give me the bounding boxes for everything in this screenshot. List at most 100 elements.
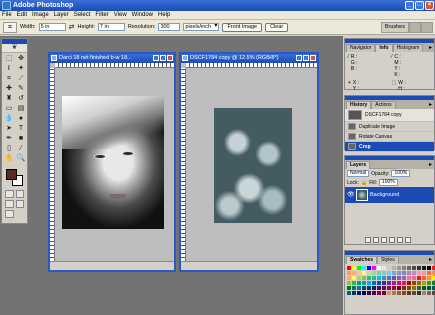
color-swatch[interactable]	[402, 266, 406, 270]
tool-presets-tab[interactable]	[409, 22, 421, 33]
color-swatch[interactable]	[372, 266, 376, 270]
color-swatch[interactable]	[387, 291, 391, 295]
blend-mode-select[interactable]: Normal	[347, 170, 370, 177]
blur-tool-icon[interactable]: 💧	[3, 114, 15, 124]
color-swatch[interactable]	[387, 271, 391, 275]
color-swatch[interactable]	[352, 276, 356, 280]
color-swatch[interactable]	[427, 291, 431, 295]
dodge-tool-icon[interactable]: ●	[15, 114, 27, 124]
color-swatch[interactable]	[357, 286, 361, 290]
tab-styles[interactable]: Styles	[377, 256, 399, 264]
color-swatch[interactable]	[362, 281, 366, 285]
color-swatch[interactable]	[397, 291, 401, 295]
color-swatch[interactable]	[347, 276, 351, 280]
new-layer-button[interactable]	[397, 237, 403, 243]
color-swatch[interactable]	[357, 266, 361, 270]
color-swatch[interactable]	[347, 291, 351, 295]
color-swatch[interactable]	[352, 271, 356, 275]
panel-menu-icon[interactable]: ▸	[429, 256, 432, 263]
color-swatch[interactable]	[357, 291, 361, 295]
color-swatch[interactable]	[417, 286, 421, 290]
color-swatch[interactable]	[407, 291, 411, 295]
doc-maximize-button[interactable]	[160, 55, 166, 61]
color-swatch[interactable]	[407, 286, 411, 290]
visibility-eye-icon[interactable]: 👁	[347, 192, 355, 199]
color-swatch[interactable]	[382, 281, 386, 285]
menu-file[interactable]: File	[2, 12, 12, 18]
doc-minimize-button[interactable]	[153, 55, 159, 61]
color-swatch[interactable]	[357, 276, 361, 280]
history-item[interactable]: Duplicate Image	[345, 122, 434, 132]
color-swatch[interactable]	[357, 271, 361, 275]
panel-menu-icon[interactable]: ▸	[429, 101, 432, 108]
color-swatch[interactable]	[422, 276, 426, 280]
swap-dimensions-icon[interactable]: ⇄	[69, 23, 75, 31]
color-swatch[interactable]	[407, 281, 411, 285]
color-swatch[interactable]	[417, 276, 421, 280]
color-swatch[interactable]	[372, 291, 376, 295]
marquee-tool-icon[interactable]: ⬚	[3, 54, 15, 64]
tab-layers[interactable]: Layers	[346, 161, 371, 169]
adobe-online-feather-icon[interactable]: ❦	[2, 44, 27, 53]
color-swatch[interactable]	[427, 286, 431, 290]
panel-menu-icon[interactable]: ▸	[429, 44, 432, 51]
plant-photo[interactable]	[214, 108, 292, 223]
gradient-tool-icon[interactable]: ▤	[15, 104, 27, 114]
color-swatch[interactable]	[362, 276, 366, 280]
notes-tool-icon[interactable]: ▯	[3, 144, 15, 154]
doc-close-button[interactable]	[310, 55, 316, 61]
menu-edit[interactable]: Edit	[17, 12, 27, 18]
color-swatch[interactable]	[397, 281, 401, 285]
color-swatch[interactable]	[367, 286, 371, 290]
color-swatch[interactable]	[347, 281, 351, 285]
tab-paths[interactable]	[384, 168, 397, 169]
color-swatch[interactable]	[367, 276, 371, 280]
color-swatch[interactable]	[372, 281, 376, 285]
color-swatch[interactable]	[392, 286, 396, 290]
color-swatch[interactable]	[377, 281, 381, 285]
color-swatch[interactable]	[397, 276, 401, 280]
color-swatch[interactable]	[397, 286, 401, 290]
color-swatch[interactable]	[427, 276, 431, 280]
hand-tool-icon[interactable]: ✋	[3, 154, 15, 164]
new-set-button[interactable]	[381, 237, 387, 243]
maximize-button[interactable]: □	[415, 1, 424, 10]
history-item[interactable]: Rotate Canvas	[345, 132, 434, 142]
fill-input[interactable]: 100%	[378, 179, 398, 186]
color-swatch[interactable]	[377, 286, 381, 290]
shape-tool-icon[interactable]: ■	[15, 134, 27, 144]
tab-actions[interactable]: Actions	[371, 101, 396, 109]
tab-channels[interactable]	[370, 168, 385, 169]
add-layer-style-button[interactable]	[365, 237, 371, 243]
slice-tool-icon[interactable]: ⟋	[15, 74, 27, 84]
doc-close-button[interactable]	[167, 55, 173, 61]
document-window-portrait[interactable]: Darci 18 net finished b-w 18...	[48, 52, 176, 272]
color-swatch[interactable]	[362, 271, 366, 275]
jump-to-imageready-button[interactable]	[5, 210, 14, 218]
color-swatch[interactable]	[362, 286, 366, 290]
color-swatch[interactable]	[392, 281, 396, 285]
document-title-bar[interactable]: DSCF1784 copy @ 12.5% (RGB/8*)	[181, 54, 317, 63]
new-adjustment-layer-button[interactable]	[389, 237, 395, 243]
color-swatch[interactable]	[427, 271, 431, 275]
foreground-color-swatch[interactable]	[6, 169, 17, 180]
color-swatch[interactable]	[372, 271, 376, 275]
tab-info[interactable]: Info	[375, 44, 393, 52]
width-input[interactable]: 5 in	[38, 23, 66, 31]
color-swatch[interactable]	[352, 266, 356, 270]
color-swatch[interactable]	[417, 266, 421, 270]
color-swatch[interactable]	[382, 291, 386, 295]
menu-window[interactable]: Window	[132, 12, 153, 18]
canvas-area[interactable]	[186, 68, 317, 261]
color-swatch[interactable]	[422, 271, 426, 275]
color-swatch[interactable]	[392, 271, 396, 275]
color-swatch[interactable]	[407, 266, 411, 270]
color-swatch[interactable]	[352, 291, 356, 295]
color-swatch[interactable]	[402, 291, 406, 295]
color-swatch[interactable]	[427, 281, 431, 285]
color-swatch[interactable]	[377, 271, 381, 275]
brush-tool-icon[interactable]: ✎	[15, 84, 27, 94]
color-swatch[interactable]	[417, 291, 421, 295]
color-swatch[interactable]	[397, 266, 401, 270]
canvas-area[interactable]	[55, 68, 174, 261]
